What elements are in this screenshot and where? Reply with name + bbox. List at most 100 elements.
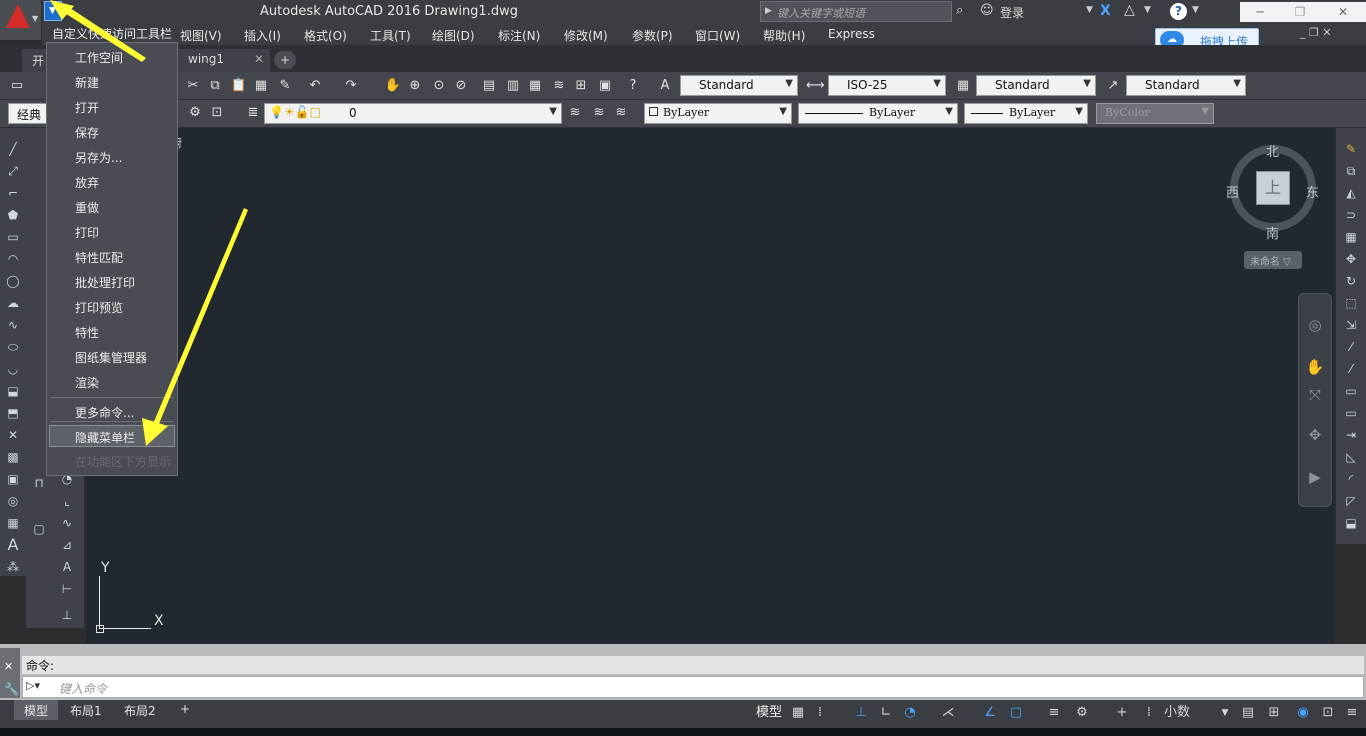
menu-view[interactable]: 视图(V): [180, 27, 222, 44]
minimize-button[interactable]: ─: [1240, 2, 1280, 22]
ortho-icon[interactable]: ∟: [878, 704, 894, 722]
viewcube-top-face[interactable]: 上: [1256, 171, 1290, 205]
line-icon[interactable]: ╱: [4, 140, 22, 158]
chevron-down-icon[interactable]: ▼: [1220, 704, 1230, 722]
menu-item-sheetset-manager[interactable]: 图纸集管理器: [75, 349, 147, 366]
dim-ordinate-icon[interactable]: ⌞: [58, 492, 76, 510]
tab-model[interactable]: 模型: [14, 700, 59, 720]
dim-text-edit-icon[interactable]: A: [58, 558, 76, 576]
close-icon[interactable]: ✕: [254, 52, 264, 66]
units-select[interactable]: 小数: [1164, 704, 1220, 722]
properties-icon[interactable]: ▤: [480, 77, 498, 95]
showmotion-icon[interactable]: ▶: [1304, 466, 1326, 488]
grid-icon[interactable]: ▦: [790, 704, 806, 722]
wipeout-icon[interactable]: ▢: [30, 520, 48, 538]
spline-icon[interactable]: ∿: [4, 316, 22, 334]
join-icon[interactable]: ⇥: [1342, 426, 1360, 444]
lineweight-select[interactable]: ByLayer ▼: [964, 103, 1088, 124]
tab-drawing1[interactable]: wing1 ✕: [178, 49, 270, 72]
stretch-icon[interactable]: ⇲: [1342, 316, 1360, 334]
explode-icon[interactable]: ⬓: [1342, 514, 1360, 532]
pan-nav-icon[interactable]: ✋: [1304, 356, 1326, 378]
login-link[interactable]: 登录: [1000, 4, 1024, 21]
move-icon[interactable]: ✥: [1342, 250, 1360, 268]
trim-icon[interactable]: ⁄: [1342, 338, 1360, 356]
mleader-style-select[interactable]: Standard ▼: [1126, 75, 1246, 96]
zoom-realtime-icon[interactable]: ⊕: [406, 77, 424, 95]
markup-icon[interactable]: ⊞: [572, 77, 590, 95]
point-icon[interactable]: ✕: [4, 426, 22, 444]
wcs-menu[interactable]: 未命名 ▽: [1244, 251, 1302, 269]
ellipse-arc-icon[interactable]: ◡: [4, 360, 22, 378]
add-layout-button[interactable]: +: [170, 700, 200, 720]
menu-window[interactable]: 窗口(W): [695, 27, 740, 44]
layer-select[interactable]: 💡☀🔓□ 0 ▼: [264, 103, 562, 124]
menu-dimension[interactable]: 标注(N): [498, 27, 540, 44]
dim-jogged-icon[interactable]: ∿: [58, 514, 76, 532]
menu-tools[interactable]: 工具(T): [370, 27, 411, 44]
color-select[interactable]: ByLayer ▼: [644, 103, 792, 124]
exchange-apps-icon[interactable]: X: [1100, 3, 1111, 19]
snap-icon[interactable]: ⁞: [812, 704, 828, 722]
menu-modify[interactable]: 修改(M): [564, 27, 608, 44]
tab-start[interactable]: 开: [22, 49, 48, 72]
dim-style-select[interactable]: ISO-25 ▼: [828, 75, 946, 96]
menu-item-hide-menubar[interactable]: 隐藏菜单栏: [75, 429, 135, 446]
hatch-icon[interactable]: ▩: [4, 448, 22, 466]
gradient-icon[interactable]: ▣: [4, 470, 22, 488]
steering-wheel-icon[interactable]: ◎: [1304, 314, 1326, 336]
workspace-settings-icon[interactable]: ⊡: [208, 104, 226, 122]
lineweight-toggle-icon[interactable]: ≡: [1046, 704, 1062, 722]
cut-icon[interactable]: ✂: [184, 77, 202, 95]
customization-icon[interactable]: ≡: [1344, 704, 1360, 722]
match-properties-icon[interactable]: ✎: [276, 77, 294, 95]
mtext-icon[interactable]: A: [4, 536, 22, 554]
offset-icon[interactable]: ⊃: [1342, 206, 1360, 224]
layer-state-icon[interactable]: ≋: [612, 104, 630, 122]
menu-express[interactable]: Express: [828, 27, 875, 41]
make-block-icon[interactable]: ⬒: [4, 404, 22, 422]
workspace-select[interactable]: 经典: [8, 103, 48, 124]
menu-help[interactable]: 帮助(H): [763, 27, 805, 44]
menu-item-match-properties[interactable]: 特性匹配: [75, 249, 123, 266]
sheet-set-icon[interactable]: ≋: [550, 77, 568, 95]
compass-east[interactable]: 东: [1306, 182, 1319, 201]
polar-icon[interactable]: ◔: [902, 704, 918, 722]
search-input[interactable]: ▶ 键入关键字或短语: [760, 1, 952, 22]
text-style-select[interactable]: Standard ▼: [680, 75, 798, 96]
menu-insert[interactable]: 插入(I): [244, 27, 281, 44]
menu-draw[interactable]: 绘图(D): [432, 27, 475, 44]
menu-item-undo[interactable]: 放弃: [75, 174, 99, 191]
blend-icon[interactable]: ◸: [1342, 492, 1360, 510]
document-window-controls[interactable]: _ ❐ ✕: [1300, 26, 1332, 39]
add-selected-icon[interactable]: ⁂: [4, 558, 22, 576]
menu-item-batch-plot[interactable]: 批处理打印: [75, 274, 135, 291]
chamfer-icon[interactable]: ◺: [1342, 448, 1360, 466]
menu-item-saveas[interactable]: 另存为...: [75, 149, 122, 166]
help-toolbar-icon[interactable]: ?: [624, 77, 642, 95]
new-tab-button[interactable]: +: [274, 51, 296, 69]
paste-icon[interactable]: 📋: [230, 77, 248, 95]
layer-previous-icon[interactable]: ≋: [590, 104, 608, 122]
fillet-icon[interactable]: ◜: [1342, 470, 1360, 488]
osnap-tracking-icon[interactable]: ∠: [982, 704, 998, 722]
tab-layout1[interactable]: 布局1: [60, 700, 112, 720]
maximize-button[interactable]: ❐: [1280, 2, 1320, 22]
menu-item-plot-preview[interactable]: 打印预览: [75, 299, 123, 316]
rotate-icon[interactable]: ↻: [1342, 272, 1360, 290]
menu-item-render[interactable]: 渲染: [75, 374, 99, 391]
menu-item-more-commands[interactable]: 更多命令...: [75, 404, 134, 421]
compass-west[interactable]: 西: [1226, 182, 1239, 201]
close-button[interactable]: ✕: [1320, 2, 1366, 22]
compass-north[interactable]: 北: [1266, 141, 1279, 160]
menu-item-properties[interactable]: 特性: [75, 324, 99, 341]
dim-style-toolbar-icon[interactable]: ⊥: [58, 606, 76, 624]
tool-palettes-icon[interactable]: ▦: [526, 77, 544, 95]
menu-item-workspace[interactable]: 工作空间: [75, 49, 123, 66]
redo-icon[interactable]: ↷: [342, 77, 360, 95]
table-icon[interactable]: ▦: [4, 514, 22, 532]
gear-icon[interactable]: ⚙: [1074, 704, 1090, 722]
command-prompt-icon[interactable]: ▷▾: [26, 679, 40, 692]
calculator-icon[interactable]: ▣: [596, 77, 614, 95]
tab-layout2[interactable]: 布局2: [114, 700, 166, 720]
